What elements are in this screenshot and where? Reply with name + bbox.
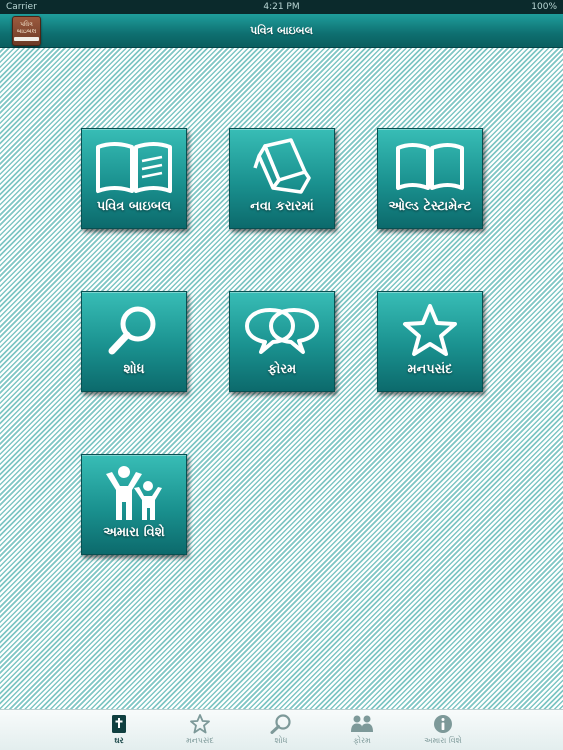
tile-label: નવા કરારમાં (250, 199, 314, 214)
tile-forum[interactable]: ફોરમ (229, 291, 335, 392)
tile-label: ઓલ્ડ ટેસ્ટામેન્ટ (388, 199, 472, 214)
logo-bookmark-strip (14, 37, 39, 41)
tab-forum[interactable]: ફોરમ (327, 710, 397, 750)
star-icon (190, 714, 210, 734)
logo-text-line1: પવિત્ર (20, 21, 33, 28)
status-bar: Carrier 4:21 PM 100% (0, 0, 563, 14)
home-grid: પવિત્ર બાઇબલ નવા કરારમાં ઓલ્ડ ટેસ્ટામેન્… (0, 48, 563, 709)
tile-label: અમારા વિશે (103, 525, 165, 540)
tile-holy-bible[interactable]: પવિત્ર બાઇબલ (81, 128, 187, 229)
tile-new-testament[interactable]: નવા કરારમાં (229, 128, 335, 229)
open-book-outline-icon (396, 143, 464, 190)
tab-bar: ઘર મનપસંદ શોધ ફોરમ અમારા વિશે (0, 709, 563, 750)
tab-favorites[interactable]: મનપસંદ (165, 710, 235, 750)
star-icon (403, 304, 457, 356)
tile-search[interactable]: શોધ (81, 291, 187, 392)
battery-label: 100% (531, 2, 557, 12)
page-title: પવિત્ર બાઇબલ (250, 23, 313, 37)
people-icon (351, 715, 373, 732)
nav-bar: પવિત્ર બાઇબલ પવિત્ર બાઇબલ (0, 14, 563, 48)
info-icon (434, 715, 452, 733)
magnifier-icon (108, 306, 156, 355)
carrier-label: Carrier (6, 2, 37, 12)
people-icon (106, 466, 162, 520)
tile-label: મનપસંદ (407, 362, 453, 377)
bible-icon (112, 715, 126, 733)
tile-old-testament[interactable]: ઓલ્ડ ટેસ્ટામેન્ટ (377, 128, 483, 229)
tab-label: મનપસંદ (186, 736, 214, 745)
tab-home[interactable]: ઘર (84, 710, 154, 750)
status-time: 4:21 PM (263, 2, 300, 12)
tile-about-us[interactable]: અમારા વિશે (81, 454, 187, 555)
open-book-icon (96, 142, 172, 193)
magnifier-icon (270, 714, 291, 734)
tab-label: ફોરમ (353, 736, 371, 745)
app-logo[interactable]: પવિત્ર બાઇબલ (12, 16, 41, 46)
tab-label: ઘર (114, 736, 124, 745)
tab-about-us[interactable]: અમારા વિશે (408, 710, 478, 750)
tile-label: શોધ (123, 362, 145, 377)
tab-label: અમારા વિશે (424, 736, 462, 745)
tab-search[interactable]: શોધ (246, 710, 316, 750)
speech-bubbles-icon (245, 308, 319, 354)
tile-favorites[interactable]: મનપસંદ (377, 291, 483, 392)
tab-label: શોધ (274, 736, 288, 745)
tile-label: પવિત્ર બાઇબલ (96, 199, 172, 214)
logo-text-line2: બાઇબલ (16, 28, 37, 35)
tile-label: ફોરમ (267, 362, 297, 377)
stack-of-books-icon (253, 138, 311, 194)
